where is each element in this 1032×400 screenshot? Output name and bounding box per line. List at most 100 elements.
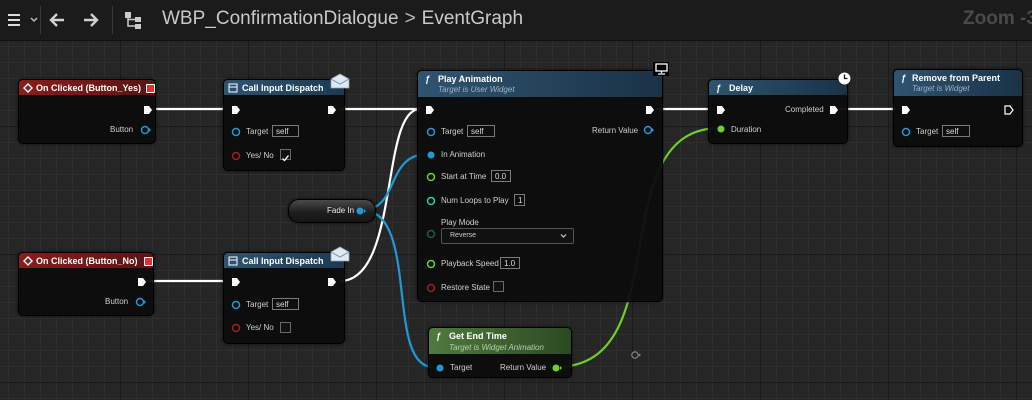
node-subtitle: Target is Widget [912, 84, 970, 93]
in-animation-pin[interactable] [426, 150, 438, 160]
breadcrumb-asset[interactable]: WBP_ConfirmationDialogue [162, 8, 399, 29]
event-icon [23, 83, 33, 93]
num-loops-label: Num Loops to Play [441, 196, 509, 205]
play-mode-dropdown[interactable]: Reverse [441, 228, 574, 244]
yes-no-checkbox[interactable] [280, 322, 291, 333]
target-value[interactable]: self [467, 125, 495, 137]
delegate-pin[interactable] [146, 84, 155, 93]
exec-out-pin[interactable] [645, 105, 655, 115]
node-get-end-time[interactable]: ƒ Get End Time Target is Widget Animatio… [428, 327, 572, 378]
exec-out-pin[interactable] [829, 105, 839, 115]
in-animation-label: In Animation [441, 150, 486, 159]
target-value[interactable]: self [942, 125, 970, 137]
playback-speed-pin[interactable] [426, 259, 438, 269]
bool-pin[interactable] [231, 151, 243, 161]
param-label: Yes/ No [246, 151, 274, 160]
bool-pin[interactable] [231, 323, 243, 333]
menu-icon[interactable] [0, 6, 28, 34]
back-arrow-icon[interactable] [44, 6, 70, 34]
exec-in-pin[interactable] [901, 105, 911, 115]
variable-label: Fade In [327, 206, 355, 215]
node-on-clicked-no[interactable]: On Clicked (Button_No) Button [18, 252, 154, 316]
event-icon [23, 256, 33, 266]
param-label: Yes/ No [246, 323, 274, 332]
function-icon: ƒ [436, 331, 442, 341]
exec-in-pin[interactable] [425, 105, 435, 115]
exec-out-pin[interactable] [327, 105, 337, 115]
return-value-pin[interactable] [643, 125, 655, 135]
exec-out-pin[interactable] [1004, 105, 1014, 115]
function-icon: ƒ [901, 73, 907, 83]
node-on-clicked-yes[interactable]: On Clicked (Button_Yes) Button [18, 79, 156, 144]
object-out-pin[interactable] [140, 125, 152, 135]
target-pin[interactable] [901, 127, 913, 137]
forward-arrow-icon[interactable] [78, 6, 104, 34]
breadcrumb-graph[interactable]: EventGraph [422, 8, 523, 29]
completed-label: Completed [785, 105, 824, 114]
playback-speed-value[interactable]: 1.0 [500, 257, 520, 269]
yes-no-checkbox[interactable] [280, 149, 291, 162]
exec-out-pin[interactable] [143, 105, 153, 115]
node-delay[interactable]: ƒ Delay Completed Duration [708, 71, 852, 144]
exec-out-pin[interactable] [137, 277, 147, 287]
function-icon: ƒ [425, 74, 431, 84]
target-pin[interactable] [231, 300, 243, 310]
num-loops-pin[interactable] [426, 196, 438, 206]
node-title: Call Input Dispatch [242, 256, 324, 266]
exec-out-pin[interactable] [327, 277, 337, 287]
exec-wire-dispatch-no-to-play[interactable] [339, 107, 421, 283]
target-label: Target [441, 127, 464, 136]
function-icon [228, 83, 238, 93]
restore-state-pin[interactable] [426, 283, 438, 293]
node-subtitle: Target is User Widget [438, 85, 515, 94]
node-fade-in[interactable]: Fade In [288, 199, 376, 223]
node-call-input-dispatch-no[interactable]: Call Input Dispatch Target self Yes/ No [223, 246, 350, 344]
hierarchy-icon [120, 6, 146, 34]
target-label: Target [916, 127, 939, 136]
reroute-pin[interactable] [630, 350, 642, 360]
target-label: Target [246, 127, 269, 136]
target-pin[interactable] [231, 127, 243, 137]
restore-state-label: Restore State [441, 283, 490, 292]
target-label: Target [450, 363, 473, 372]
node-remove-from-parent[interactable]: ƒ Remove from Parent Target is Widget Ta… [893, 69, 1023, 147]
exec-in-pin[interactable] [716, 105, 726, 115]
object-out-pin[interactable] [135, 297, 147, 307]
zoom-label: Zoom -3 [963, 8, 1032, 29]
return-value-label: Return Value [592, 126, 639, 135]
monitor-icon [653, 62, 669, 76]
exec-in-pin[interactable] [231, 277, 241, 287]
play-mode-value: Reverse [450, 232, 477, 239]
num-loops-value[interactable]: 1 [514, 194, 525, 206]
message-icon [330, 73, 350, 89]
node-title: Play Animation [438, 74, 503, 84]
start-time-value[interactable]: 0.0 [491, 170, 511, 182]
function-icon: ƒ [716, 83, 722, 93]
node-play-animation[interactable]: ƒ Play Animation Target is User Widget T… [417, 62, 669, 302]
delegate-pin[interactable] [144, 257, 153, 266]
target-value[interactable]: self [272, 298, 299, 310]
message-icon [330, 246, 350, 262]
return-value-label: Return Value [500, 363, 547, 372]
graph-toolbar: WBP_ConfirmationDialogue > EventGraph Zoom… [0, 0, 1032, 41]
node-title: Call Input Dispatch [242, 83, 324, 93]
restore-state-checkbox[interactable] [493, 281, 504, 292]
playback-speed-label: Playback Speed [441, 259, 499, 268]
exec-in-pin[interactable] [231, 105, 241, 115]
target-pin[interactable] [435, 363, 447, 373]
target-value[interactable]: self [272, 125, 299, 137]
node-call-input-dispatch-yes[interactable]: Call Input Dispatch Target self Yes/ No [223, 73, 350, 171]
breadcrumb-separator: > [404, 8, 416, 29]
output-label: Button [110, 125, 134, 134]
duration-pin[interactable] [716, 124, 728, 134]
node-title: Remove from Parent [912, 73, 1001, 83]
return-value-pin[interactable] [551, 363, 563, 373]
chevron-down-icon[interactable] [28, 6, 40, 34]
node-subtitle: Target is Widget Animation [449, 343, 544, 352]
output-label: Button [105, 297, 129, 306]
start-time-pin[interactable] [426, 172, 438, 182]
target-pin[interactable] [426, 127, 438, 137]
play-mode-pin[interactable] [426, 229, 438, 239]
chevron-down-icon [560, 234, 567, 238]
object-out-pin[interactable] [355, 206, 367, 216]
